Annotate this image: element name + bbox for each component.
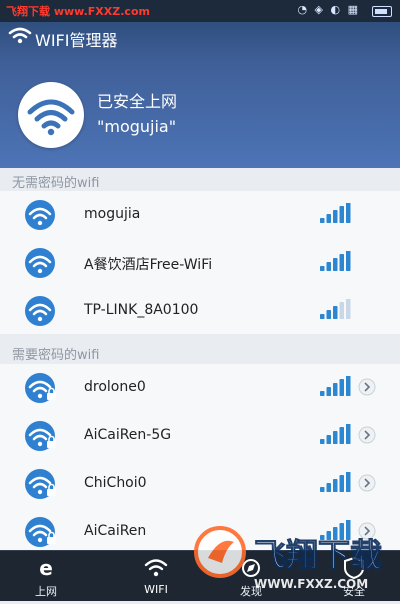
watermark-url: WWW.FXXZ.COM — [254, 577, 368, 591]
network-name: drolone0 — [84, 379, 146, 395]
network-name: A餐饮酒店Free-WiFi — [84, 257, 213, 273]
network-row[interactable]: TP-LINK_8A0100 — [0, 287, 400, 336]
network-name: TP-LINK_8A0100 — [84, 302, 199, 318]
network-row[interactable]: mogujia — [0, 191, 400, 240]
connected-ssid: "mogujia" — [97, 117, 177, 136]
network-row[interactable]: AiCaiRen-5G — [0, 412, 400, 461]
network-wifi-icon — [25, 517, 56, 547]
title-bar: WIFI管理器 — [0, 22, 400, 50]
browser-e-icon: e — [39, 557, 53, 579]
network-wifi-icon — [25, 248, 55, 278]
watermark-main: 飞翔下载 — [254, 536, 382, 574]
watermark-logo: 飞翔下载 WWW.FXXZ.COM — [190, 508, 400, 600]
chevron-right-icon[interactable] — [358, 474, 376, 492]
signal-strength-icon — [320, 376, 351, 396]
network-wifi-icon — [25, 200, 55, 230]
tab-internet[interactable]: e 上网 — [0, 551, 92, 601]
connected-wifi-icon — [18, 82, 84, 148]
network-row[interactable]: drolone0 — [0, 364, 400, 413]
tab-label: WIFI — [144, 583, 168, 596]
signal-strength-icon — [320, 424, 351, 444]
status-icons: ◔ ◈ ◐ ▦ — [297, 3, 360, 16]
wifi-icon — [144, 559, 168, 577]
network-row[interactable]: A餐饮酒店Free-WiFi — [0, 239, 400, 288]
signal-strength-icon — [320, 472, 351, 492]
secure-networks-header: 需要密码的wifi — [12, 348, 100, 363]
network-wifi-icon — [25, 421, 56, 451]
signal-strength-icon — [320, 299, 351, 319]
network-wifi-icon — [25, 469, 56, 499]
section-divider — [0, 334, 400, 344]
network-name: AiCaiRen — [84, 523, 147, 539]
signal-strength-icon — [320, 203, 351, 223]
network-name: ChiChoi0 — [84, 475, 147, 491]
tab-wifi[interactable]: WIFI — [110, 551, 202, 601]
signal-strength-icon — [320, 251, 351, 271]
network-row[interactable]: ChiChoi0 — [0, 460, 400, 509]
wifi-logo-icon — [8, 27, 32, 44]
network-name: mogujia — [84, 206, 141, 222]
app-title: WIFI管理器 — [35, 31, 118, 50]
tab-label: 上网 — [35, 585, 57, 598]
network-wifi-icon — [25, 373, 56, 403]
chevron-right-icon[interactable] — [358, 426, 376, 444]
battery-icon — [372, 6, 392, 17]
status-bar: 飞翔下载 www.FXXZ.com ◔ ◈ ◐ ▦ — [0, 0, 400, 22]
network-wifi-icon — [25, 296, 55, 326]
svg-text:e: e — [39, 557, 53, 579]
watermark-text: 飞翔下载 www.FXXZ.com — [6, 5, 150, 18]
connection-header: WIFI管理器 已安全上网 "mogujia" — [0, 22, 400, 168]
network-name: AiCaiRen-5G — [84, 427, 172, 443]
open-networks-header: 无需密码的wifi — [12, 176, 100, 191]
connection-status: 已安全上网 — [97, 92, 178, 111]
chevron-right-icon[interactable] — [358, 378, 376, 396]
